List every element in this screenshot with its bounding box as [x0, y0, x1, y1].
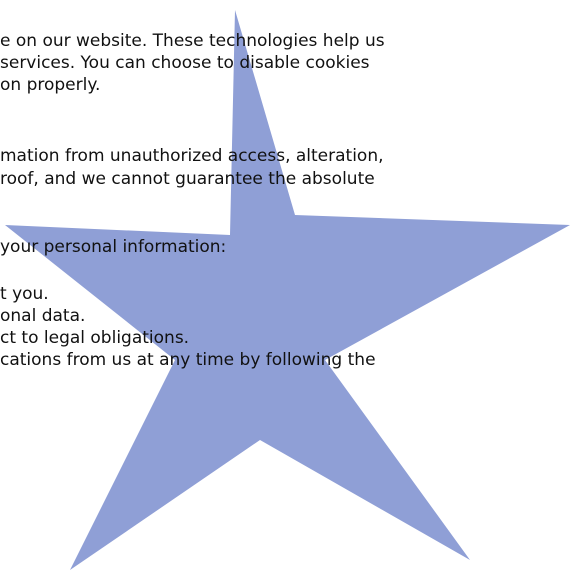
- page: e on our website. These technologies hel…: [0, 0, 586, 588]
- text-line-9: ct to legal obligations.: [0, 328, 190, 348]
- text-line-3: on properly.: [0, 75, 101, 95]
- text-line-2: services. You can choose to disable cook…: [0, 53, 370, 73]
- text-line-10: cations from us at any time by following…: [0, 350, 376, 370]
- text-line-1: e on our website. These technologies hel…: [0, 31, 385, 51]
- text-line-7: t you.: [0, 284, 49, 304]
- text-line-6: your personal information:: [0, 237, 227, 257]
- text-line-8: onal data.: [0, 306, 86, 326]
- text-line-5: roof, and we cannot guarantee the absolu…: [0, 169, 375, 189]
- text-line-4: mation from unauthorized access, alterat…: [0, 146, 384, 166]
